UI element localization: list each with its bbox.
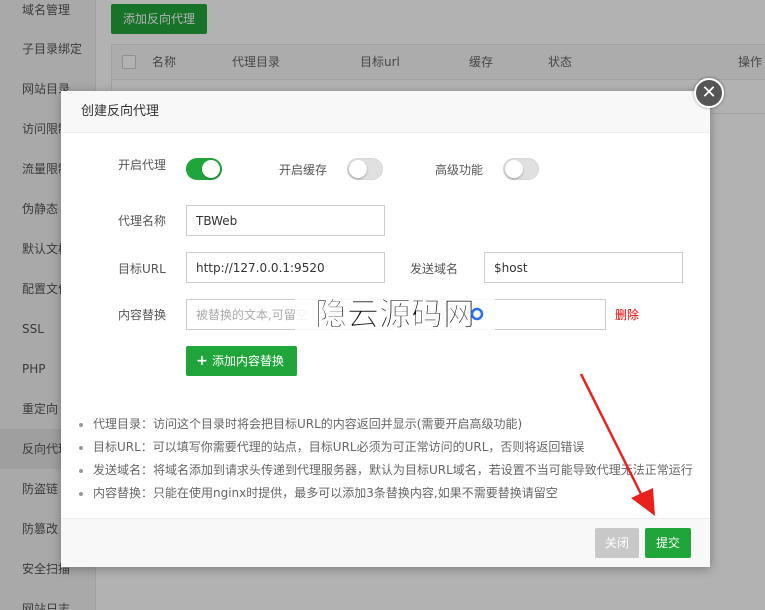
add-content-replace-label: 添加内容替换 bbox=[212, 354, 285, 368]
close-button[interactable]: 关闭 bbox=[595, 528, 639, 558]
close-glyph: ✕ bbox=[701, 82, 717, 103]
toggle-knob bbox=[202, 160, 220, 178]
annotation-arrow-icon bbox=[579, 373, 655, 516]
dialog-header: 创建反向代理 bbox=[61, 91, 710, 133]
plus-icon: + bbox=[196, 353, 208, 369]
watermark-text: 隐云源码网 bbox=[315, 295, 475, 333]
proxy-name-label: 代理名称 bbox=[118, 214, 167, 228]
submit-button[interactable]: 提交 bbox=[645, 528, 691, 558]
content-replace-label: 内容替换 bbox=[118, 308, 167, 322]
target-url-label: 目标URL bbox=[118, 262, 166, 276]
dialog-close-icon[interactable]: ✕ bbox=[694, 78, 724, 108]
delete-replace-link[interactable]: 删除 bbox=[615, 307, 639, 323]
proxy-name-input[interactable] bbox=[186, 205, 385, 236]
toggle-knob bbox=[349, 160, 367, 178]
advanced-features-toggle[interactable] bbox=[503, 158, 539, 180]
advanced-features-label: 高级功能 bbox=[435, 163, 484, 177]
add-content-replace-button[interactable]: + 添加内容替换 bbox=[186, 346, 297, 376]
enable-proxy-toggle[interactable] bbox=[186, 158, 222, 180]
send-domain-label: 发送域名 bbox=[410, 262, 459, 276]
dialog-footer: 关闭 提交 bbox=[61, 518, 710, 567]
enable-proxy-label: 开启代理 bbox=[118, 158, 167, 172]
toggle-knob bbox=[505, 160, 523, 178]
enable-cache-toggle[interactable] bbox=[347, 158, 383, 180]
enable-cache-label: 开启缓存 bbox=[279, 163, 328, 177]
target-url-input[interactable] bbox=[186, 252, 385, 283]
dialog-title: 创建反向代理 bbox=[81, 104, 160, 119]
send-domain-input[interactable] bbox=[484, 252, 683, 283]
watermark-logo: 隐云源码网 bbox=[295, 293, 495, 333]
